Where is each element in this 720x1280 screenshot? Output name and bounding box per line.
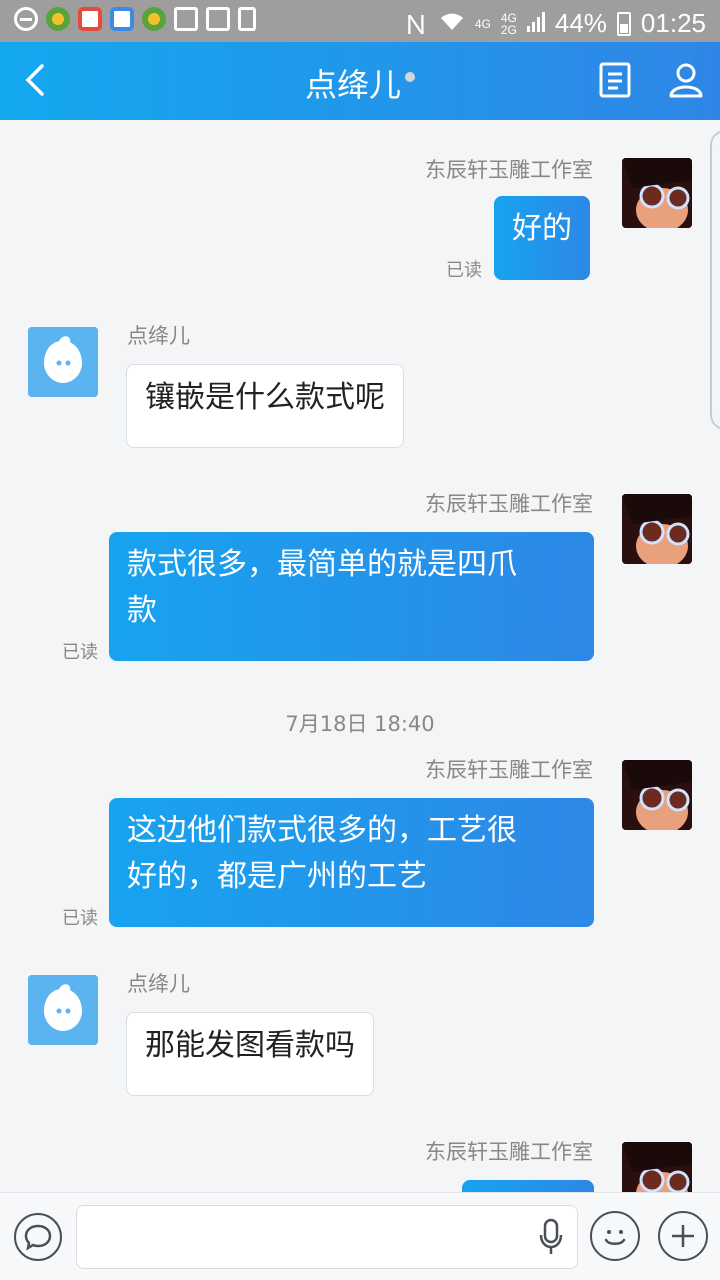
clock: 01:25 <box>640 8 706 38</box>
avatar[interactable] <box>622 158 692 228</box>
message-input-bar <box>0 1192 720 1280</box>
avatar[interactable] <box>622 760 692 830</box>
sender-name: 点绛儿 <box>127 324 190 348</box>
signal-bars-icon <box>526 8 545 39</box>
recycle-icon <box>238 7 256 31</box>
read-receipt: 已读 <box>446 260 482 281</box>
sender-name: 点绛儿 <box>127 972 190 996</box>
chat-records-button[interactable] <box>598 62 632 98</box>
message-outgoing: 东辰轩玉雕工作室 这边他们款式很多的，工艺很 好的，都是广州的工艺 已读 <box>0 746 720 946</box>
signal-labels: 4G 2G <box>501 12 517 36</box>
app-notification-icon <box>46 7 70 31</box>
document-icon <box>599 62 631 98</box>
default-avatar-image <box>28 327 98 397</box>
image-icon <box>174 7 198 31</box>
anime-avatar-image <box>622 1142 692 1192</box>
signal-label-4g: 4G <box>474 16 491 31</box>
message-line: 款 <box>127 593 157 628</box>
chat-header: 点绛儿 <box>0 42 720 120</box>
message-bubble[interactable]: 这边他们款式很多的，工艺很 好的，都是广州的工艺 <box>109 798 594 927</box>
sender-name: 东辰轩玉雕工作室 <box>425 492 593 516</box>
plus-icon <box>672 1225 694 1247</box>
system-status: Ｎ 4G 4G 2G 44% 01:25 <box>403 5 706 42</box>
anime-avatar-image <box>622 494 692 564</box>
message-bubble[interactable]: 好的 <box>494 196 590 280</box>
avatar[interactable] <box>28 975 98 1045</box>
sender-name: 东辰轩玉雕工作室 <box>425 758 593 782</box>
status-bar: Ｎ 4G 4G 2G 44% 01:25 <box>0 0 720 42</box>
message-bubble[interactable]: 镶嵌是什么款式呢 <box>126 364 404 448</box>
message-outgoing: 东辰轩玉雕工作室 <box>0 1128 720 1192</box>
message-bubble-partial[interactable] <box>462 1180 594 1192</box>
user-icon <box>669 63 703 98</box>
message-line: 好的，都是广州的工艺 <box>127 859 427 894</box>
microphone-icon <box>539 1218 563 1254</box>
emoji-button[interactable] <box>590 1211 640 1261</box>
profile-button[interactable] <box>668 62 704 98</box>
app-notification-icon <box>142 7 166 31</box>
do-not-disturb-icon <box>14 7 38 31</box>
speech-bubble-icon <box>24 1224 52 1251</box>
anime-avatar-image <box>622 760 692 830</box>
nfc-icon: Ｎ <box>402 10 429 40</box>
browser-notification-icon <box>110 7 134 31</box>
notification-icons <box>14 7 256 31</box>
time-divider: 7月18日 18:40 <box>285 712 435 736</box>
chat-title: 点绛儿 <box>304 66 401 104</box>
smiley-icon <box>604 1230 626 1245</box>
message-line: 这边他们款式很多的，工艺很 <box>127 813 517 848</box>
signal-label-bottom: 2G <box>500 22 517 37</box>
message-outgoing: 东辰轩玉雕工作室 好的 已读 <box>0 120 720 290</box>
read-receipt: 已读 <box>62 908 98 929</box>
message-bubble[interactable]: 那能发图看款吗 <box>126 1012 374 1096</box>
anime-avatar-image <box>622 158 692 228</box>
message-bubble[interactable]: 款式很多，最简单的就是四爪 款 <box>109 532 594 661</box>
battery-percent: 44% <box>554 8 607 38</box>
message-input[interactable] <box>76 1205 578 1269</box>
message-incoming: 点绛儿 镶嵌是什么款式呢 <box>0 310 720 460</box>
mic-button[interactable] <box>538 1217 564 1257</box>
more-options-button[interactable] <box>658 1211 708 1261</box>
online-status-dot <box>405 72 415 82</box>
message-line: 款式很多，最简单的就是四爪 <box>127 547 517 582</box>
browser-notification-icon <box>78 7 102 31</box>
avatar[interactable] <box>622 494 692 564</box>
message-list[interactable]: 东辰轩玉雕工作室 好的 已读 点绛儿 镶嵌是什么款式呢 东辰轩玉雕工作室 款式很… <box>0 120 720 1192</box>
message-outgoing: 东辰轩玉雕工作室 款式很多，最简单的就是四爪 款 已读 <box>0 480 720 680</box>
signal-label-top: 4G <box>500 10 517 25</box>
sender-name: 东辰轩玉雕工作室 <box>425 1140 593 1164</box>
alarm-icon <box>206 7 230 31</box>
wifi-icon <box>439 8 465 39</box>
read-receipt: 已读 <box>62 642 98 663</box>
avatar[interactable] <box>622 1142 692 1192</box>
voice-toggle-button[interactable] <box>14 1213 62 1261</box>
avatar[interactable] <box>28 327 98 397</box>
default-avatar-image <box>28 975 98 1045</box>
sender-name: 东辰轩玉雕工作室 <box>425 158 593 182</box>
message-incoming: 点绛儿 那能发图看款吗 <box>0 958 720 1108</box>
battery-icon <box>616 11 631 36</box>
